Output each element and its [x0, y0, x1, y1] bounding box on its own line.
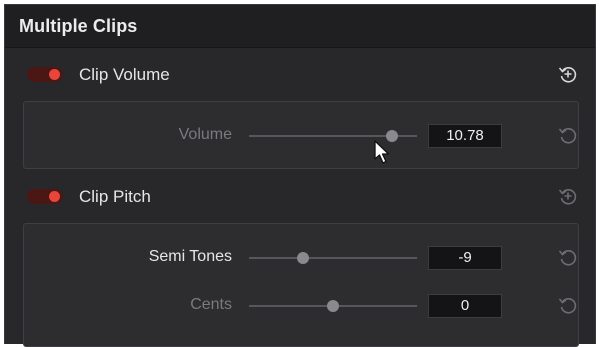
- cents-label: Cents: [190, 296, 232, 313]
- clip-pitch-reset-all-icon[interactable]: [557, 185, 579, 207]
- slider-thumb[interactable]: [327, 300, 339, 312]
- clip-volume-section-header: Clip Volume: [5, 53, 595, 95]
- panel-header: Multiple Clips: [5, 5, 595, 48]
- mouse-cursor-icon: [374, 140, 390, 164]
- volume-value-field[interactable]: 10.78: [428, 124, 502, 148]
- clip-volume-toggle[interactable]: [27, 67, 63, 82]
- volume-reset-icon[interactable]: [557, 124, 579, 146]
- inspector-panel: Multiple Clips Clip Volume Volume 10.78 …: [4, 4, 596, 347]
- clip-pitch-section-header: Clip Pitch: [5, 175, 595, 217]
- slider-track: [249, 257, 417, 259]
- semi-tones-slider[interactable]: [249, 252, 417, 264]
- cents-value-field[interactable]: 0: [428, 294, 502, 318]
- cents-slider[interactable]: [249, 300, 417, 312]
- toggle-knob: [49, 69, 60, 80]
- cents-reset-icon[interactable]: [557, 294, 579, 316]
- clip-volume-label: Clip Volume: [79, 65, 170, 84]
- slider-thumb[interactable]: [296, 252, 309, 264]
- toggle-knob: [49, 191, 60, 202]
- semi-tones-label: Semi Tones: [148, 248, 232, 265]
- semi-tones-value-field[interactable]: -9: [428, 246, 502, 270]
- clip-pitch-panel: Semi Tones -9 Cents 0: [23, 223, 579, 347]
- clip-volume-panel: Volume 10.78: [23, 101, 579, 169]
- clip-volume-reset-all-icon[interactable]: [557, 63, 579, 85]
- clip-pitch-label: Clip Pitch: [79, 187, 151, 206]
- clip-pitch-toggle[interactable]: [27, 189, 63, 204]
- semi-tones-reset-icon[interactable]: [557, 246, 579, 268]
- volume-label: Volume: [178, 126, 232, 143]
- panel-title: Multiple Clips: [19, 16, 138, 36]
